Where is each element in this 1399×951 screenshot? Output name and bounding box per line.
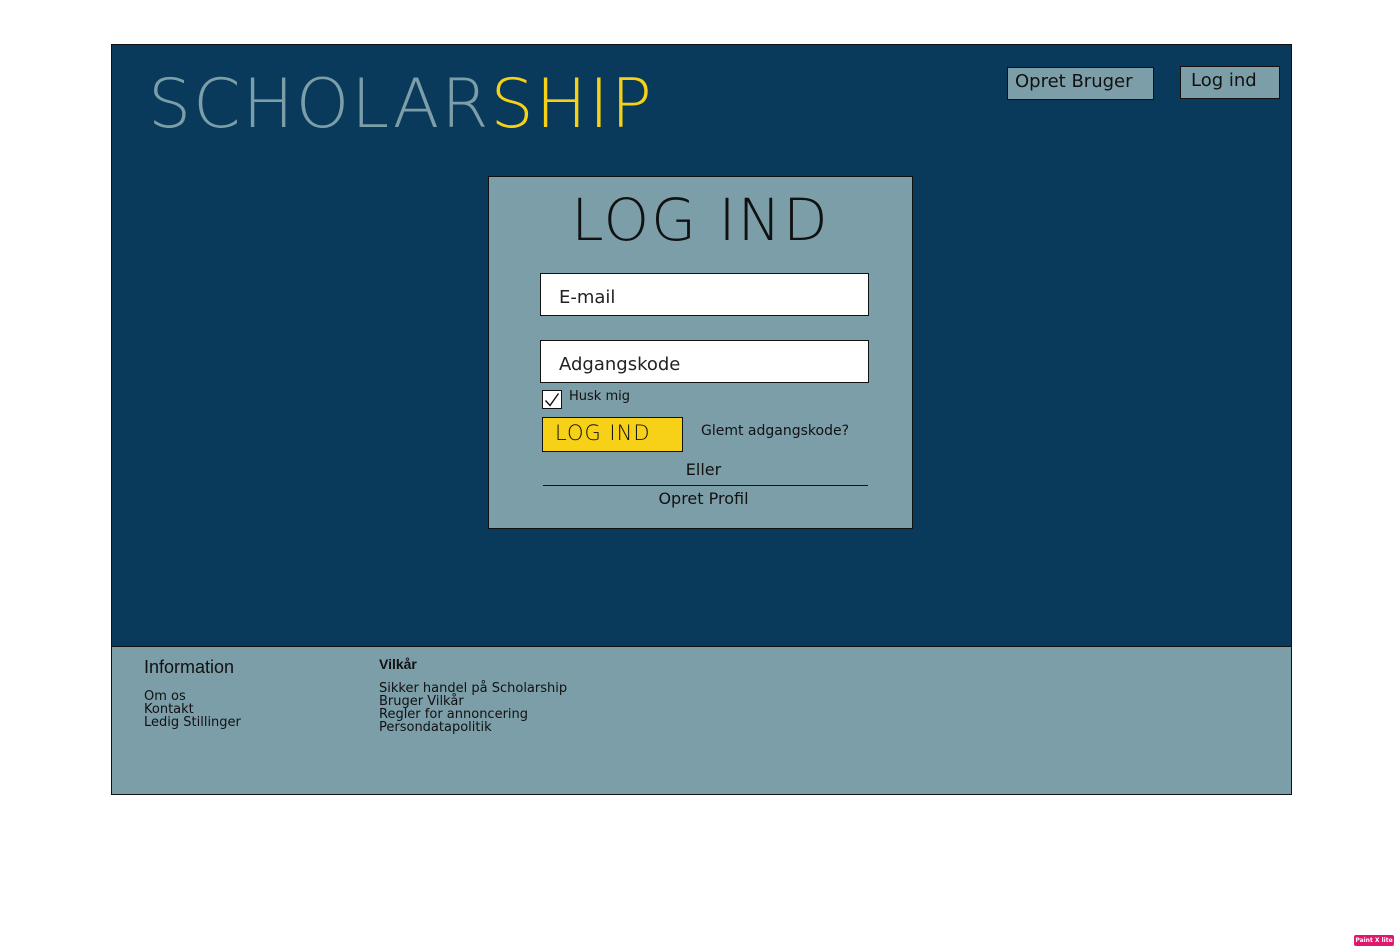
app-badge: Paint X lite (1354, 935, 1394, 946)
logo-part-ship: SHIP (490, 65, 654, 144)
login-title: LOG IND (571, 186, 830, 254)
footer-link-privacy[interactable]: Persondatapolitik (379, 721, 567, 734)
footer-terms-column: Vilkår Sikker handel på Scholarship Brug… (379, 655, 567, 734)
remember-me: Husk mig (542, 389, 630, 409)
forgot-password-link[interactable]: Glemt adgangskode? (701, 423, 849, 439)
create-profile-link[interactable]: Opret Profil (489, 489, 912, 508)
login-submit-button[interactable]: LOG IND (542, 417, 683, 452)
site-logo[interactable]: SCHOLARSHIP (148, 65, 654, 145)
footer-info-column: Information Om os Kontakt Ledig Stilling… (144, 655, 241, 729)
hero-section: SCHOLARSHIP Opret Bruger Log ind LOG IND… (112, 45, 1291, 647)
email-field[interactable] (540, 273, 869, 316)
or-separator-text: Eller (685, 460, 722, 479)
header-login-button[interactable]: Log ind (1180, 66, 1280, 99)
footer: Information Om os Kontakt Ledig Stilling… (112, 647, 1291, 794)
divider (543, 485, 868, 486)
password-field[interactable] (540, 340, 869, 383)
footer-terms-heading: Vilkår (379, 656, 417, 672)
checkmark-icon (544, 393, 560, 407)
remember-checkbox[interactable] (542, 390, 562, 409)
logo-part-scholar: SCHOLAR (148, 65, 491, 144)
footer-info-heading: Information (144, 657, 235, 677)
remember-label: Husk mig (569, 389, 630, 404)
page-frame: SCHOLARSHIP Opret Bruger Log ind LOG IND… (111, 44, 1292, 795)
login-panel: LOG IND Husk mig LOG IND Glemt adgangsko… (488, 176, 913, 529)
footer-link-jobs[interactable]: Ledig Stillinger (144, 716, 241, 729)
register-button[interactable]: Opret Bruger (1007, 67, 1154, 100)
